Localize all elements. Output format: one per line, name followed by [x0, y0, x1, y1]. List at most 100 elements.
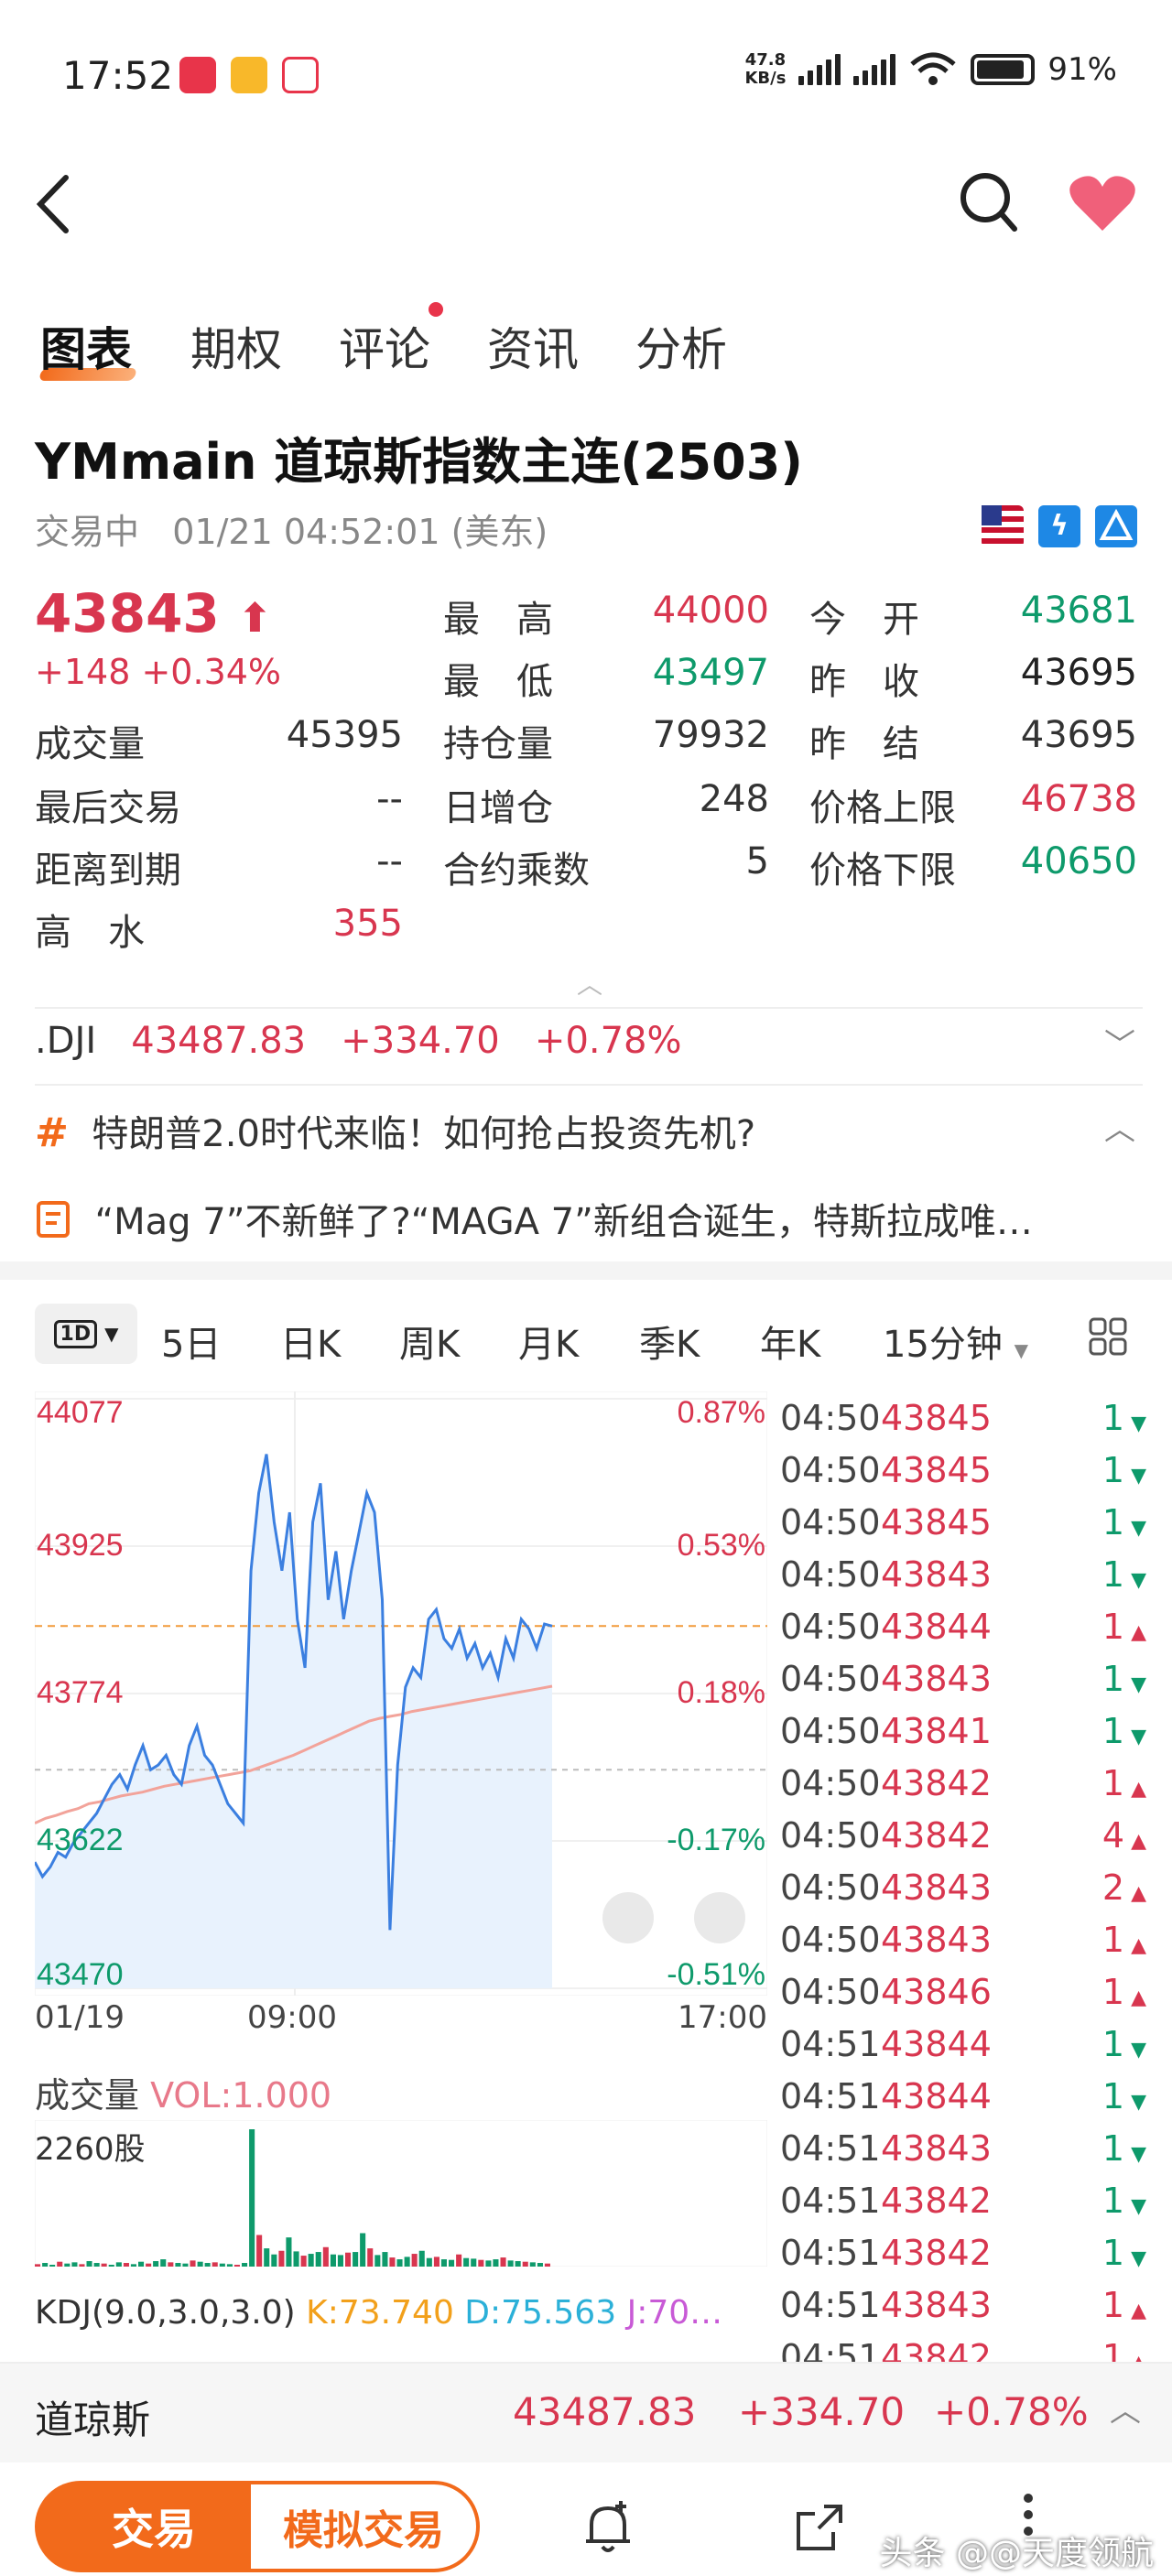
news-item[interactable]: “Mag 7”不新鲜了?“MAGA 7”新组合诞生，特斯拉成唯…	[35, 1192, 1143, 1245]
tab-yearly-k[interactable]: 年K	[760, 1315, 820, 1368]
chevron-up-icon[interactable]: ︿	[1110, 2386, 1141, 2430]
volume-bar	[537, 2263, 543, 2267]
volume-bar	[382, 2252, 388, 2267]
top-nav	[0, 146, 1172, 256]
trade-time: 04:50	[780, 1449, 881, 1490]
volume-bar	[93, 2263, 100, 2267]
price-alert-bell-icon[interactable]	[582, 2499, 634, 2556]
trade-price: 43843	[881, 1919, 992, 1960]
trade-volume: 1 ▼	[1101, 2232, 1146, 2273]
volume-bar	[49, 2265, 56, 2267]
volume-bar	[233, 2265, 240, 2267]
trading-status: 交易中	[35, 512, 140, 552]
y-tick-left: 43622	[37, 1823, 124, 1857]
grid-layout-icon[interactable]	[1088, 1316, 1128, 1357]
tab-options[interactable]: 期权	[190, 313, 282, 379]
trade-row: 04:50 43845 1 ▼	[780, 1496, 1146, 1548]
open-value: 43681	[1020, 590, 1137, 632]
trade-volume: 1 ▼	[1101, 2180, 1146, 2221]
tab-news[interactable]: 资讯	[487, 313, 579, 379]
volume-bar	[115, 2262, 122, 2267]
tab-15min[interactable]: 15分钟 ▼	[883, 1315, 1028, 1368]
fullscreen-icon	[602, 1892, 654, 1943]
quote-label: 持仓量	[443, 723, 553, 765]
volume-bar	[315, 2252, 321, 2267]
trade-row: 04:50 43846 1 ▲	[780, 1965, 1146, 2018]
quote-label: 昨 结	[809, 723, 919, 765]
chevron-up-icon[interactable]: ︿	[1104, 1104, 1135, 1149]
trade-price: 43844	[881, 2023, 992, 2064]
trade-price: 43843	[881, 1658, 992, 1699]
volume-bar	[101, 2263, 107, 2267]
search-icon[interactable]	[958, 170, 1018, 234]
volume-bar	[182, 2263, 189, 2267]
net-speed: 47.8 KB/s	[744, 50, 787, 88]
trade-volume: 1 ▲	[1101, 1606, 1146, 1647]
trade-volume: 1 ▼	[1101, 1553, 1146, 1595]
trade-price: 43842	[881, 1814, 992, 1856]
news-item[interactable]: # 特朗普2.0时代来临！如何抢占投资先机? ︿	[35, 1104, 1143, 1157]
volume-bar	[337, 2255, 343, 2267]
volume-bar	[353, 2252, 359, 2267]
app-notification-icon	[179, 57, 216, 93]
watermark: 头条 @@天度领航	[879, 2535, 1154, 2572]
tab-comments[interactable]: 评论	[339, 313, 430, 379]
volume-bar	[308, 2254, 314, 2267]
trade-row: 04:50 43842 4 ▲	[780, 1809, 1146, 1861]
volume-bar	[175, 2263, 181, 2267]
volume-bar	[168, 2262, 174, 2267]
trade-volume: 1 ▼	[1101, 1710, 1146, 1751]
favorite-heart-icon[interactable]	[1068, 172, 1137, 234]
high-value: 44000	[652, 590, 769, 632]
trade-time: 04:50	[780, 1397, 881, 1438]
market-depth-icon[interactable]	[1095, 505, 1137, 547]
tab-daily-k[interactable]: 日K	[280, 1315, 341, 1368]
kdj-indicator[interactable]: KDJ(9.0,3.0,3.0) K:73.740 D:75.563 J:70…	[35, 2294, 722, 2332]
trade-button[interactable]: 交易	[35, 2481, 273, 2572]
level2-icon[interactable]: ϟ	[1038, 505, 1080, 547]
quote-label: 成交量	[35, 723, 145, 765]
tab-analysis[interactable]: 分析	[635, 313, 727, 379]
back-icon[interactable]	[35, 174, 71, 234]
volume-bar	[478, 2259, 484, 2267]
volume-bar	[42, 2263, 49, 2267]
us-flag-icon	[982, 505, 1024, 547]
bottom-index-value: 43487.83	[513, 2389, 697, 2434]
sim-trade-button[interactable]: 模拟交易	[247, 2481, 480, 2572]
y-tick-right: 0.87%	[678, 1395, 765, 1430]
quote-value: 40650	[1020, 840, 1137, 882]
open-label: 今 开	[809, 599, 919, 641]
quote-label: 价格下限	[809, 850, 956, 892]
share-icon[interactable]	[793, 2501, 846, 2554]
volume-bar	[35, 2264, 41, 2267]
collapse-quote-icon[interactable]: ︿	[577, 965, 602, 1001]
comments-unread-dot	[429, 302, 443, 317]
tab-5day[interactable]: 5日	[161, 1315, 221, 1368]
trade-price: 43845	[881, 1501, 992, 1542]
trade-price: 43843	[881, 1867, 992, 1908]
volume-bar	[440, 2259, 447, 2267]
volume-bar	[396, 2259, 403, 2267]
x-tick: 01/19	[35, 1999, 125, 2036]
tab-weekly-k[interactable]: 周K	[399, 1315, 460, 1368]
tab-chart[interactable]: 图表	[40, 313, 132, 379]
tab-quarterly-k[interactable]: 季K	[639, 1315, 700, 1368]
bottom-index-pct: +0.78%	[934, 2389, 1089, 2434]
trade-volume: 1 ▼	[1101, 2127, 1146, 2169]
chevron-down-icon[interactable]: ﹀	[1104, 1020, 1135, 1065]
intraday-chart[interactable]: 44077 43925 43774 43622 43470 0.87% 0.53% 0.18%…	[35, 1391, 767, 1996]
quote-value: 46738	[1020, 778, 1137, 820]
volume-bar	[256, 2235, 263, 2267]
quote-label: 距离到期	[35, 850, 181, 892]
trade-time: 04:50	[780, 1814, 881, 1856]
tab-monthly-k[interactable]: 月K	[518, 1315, 579, 1368]
volume-bar	[330, 2254, 336, 2267]
index-row[interactable]: .DJI 43487.83 +334.70 +0.78% ﹀	[35, 1020, 1143, 1093]
period-selector[interactable]: 1D ▼	[35, 1304, 137, 1364]
trade-time: 04:51	[780, 2023, 881, 2064]
bottom-index-bar[interactable]: 道琼斯 43487.83 +334.70 +0.78% ︿	[0, 2362, 1172, 2462]
trade-price: 43841	[881, 1710, 992, 1751]
trading-status-line: 交易中 01/21 04:52:01 (美东)	[35, 503, 548, 554]
quote-value: 43695	[1020, 714, 1137, 756]
battery-icon	[971, 54, 1036, 85]
